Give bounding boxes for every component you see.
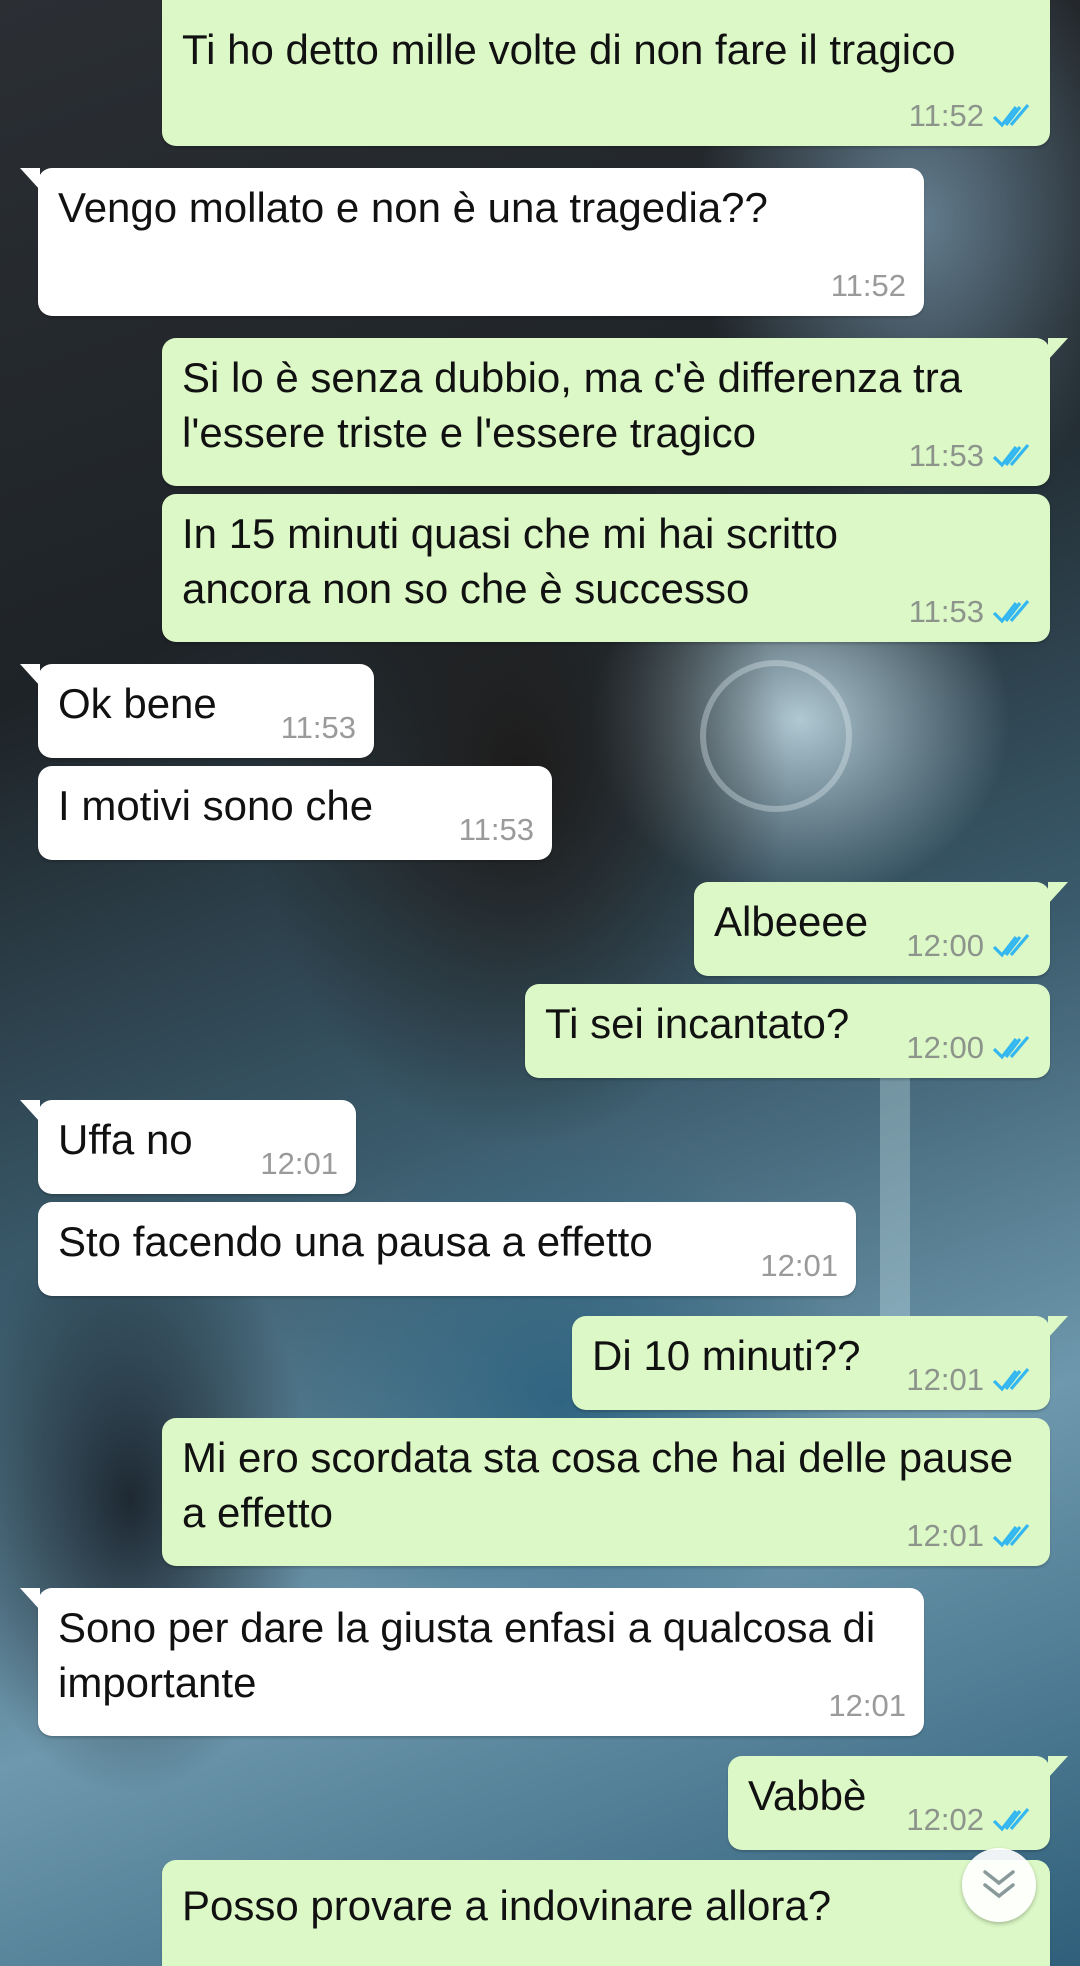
message-bubble-outgoing[interactable]: Si lo è senza dubbio, ma c'è differenza …	[162, 338, 1068, 486]
message-time: 12:00	[906, 1030, 984, 1065]
message-meta: 12:00	[906, 1030, 1032, 1066]
message-bubble-outgoing[interactable]: Ti ho detto mille volte di non fare il t…	[162, 0, 1050, 146]
chat-background: Ti ho detto mille volte di non fare il t…	[0, 0, 1080, 1966]
message-meta: 12:01	[906, 1362, 1032, 1398]
wallpaper-decoration	[700, 660, 852, 812]
message-bubble-incoming[interactable]: Sono per dare la giusta enfasi a qualcos…	[20, 1588, 924, 1736]
message-time: 11:52	[830, 268, 906, 303]
message-bubble-outgoing[interactable]: In 15 minuti quasi che mi hai scritto an…	[162, 494, 1050, 642]
message-bubble-outgoing[interactable]: Mi ero scordata sta cosa che hai delle p…	[162, 1418, 1050, 1566]
message-meta: 11:53	[909, 438, 1032, 474]
message-bubble-outgoing[interactable]: Ti sei incantato? 12:00	[525, 984, 1050, 1078]
message-meta: 12:01	[760, 1248, 838, 1284]
message-meta: 11:53	[459, 812, 534, 848]
message-bubble-outgoing[interactable]: Posso provare a indovinare allora?	[162, 1860, 1050, 1966]
message-text: Vengo mollato e non è una tragedia??	[58, 184, 768, 231]
message-time: 12:01	[906, 1518, 984, 1553]
double-check-icon	[992, 933, 1030, 958]
double-check-icon	[992, 443, 1030, 468]
message-text: Mi ero scordata sta cosa che hai delle p…	[182, 1434, 1025, 1536]
message-time: 11:53	[458, 812, 534, 847]
message-text: Si lo è senza dubbio, ma c'è differenza …	[182, 354, 974, 456]
chevron-down-icon	[983, 1870, 1015, 1899]
message-meta: 12:01	[828, 1688, 906, 1724]
message-bubble-incoming[interactable]: Ok bene 11:53	[20, 664, 374, 758]
double-check-icon	[992, 1523, 1030, 1548]
message-meta: 12:00	[906, 928, 1032, 964]
message-bubble-outgoing[interactable]: Albeeee 12:00	[694, 882, 1068, 976]
message-time: 11:53	[908, 438, 984, 473]
message-text: Sto facendo una pausa a effetto	[58, 1218, 653, 1265]
scroll-to-bottom-button[interactable]	[962, 1848, 1036, 1922]
wallpaper-decoration	[880, 1060, 910, 1360]
message-bubble-outgoing[interactable]: Vabbè 12:02	[728, 1756, 1068, 1850]
double-check-icon	[992, 1367, 1030, 1392]
double-check-icon	[992, 1035, 1030, 1060]
message-bubble-incoming[interactable]: Uffa no 12:01	[20, 1100, 356, 1194]
message-time: 12:01	[260, 1146, 338, 1181]
message-time: 12:01	[760, 1248, 838, 1283]
message-meta: 11:53	[281, 710, 356, 746]
message-text: Sono per dare la giusta enfasi a qualcos…	[58, 1604, 887, 1706]
message-time: 12:01	[828, 1688, 906, 1723]
message-meta: 11:52	[909, 98, 1032, 134]
double-check-icon	[992, 1807, 1030, 1832]
message-meta: 11:53	[909, 594, 1032, 630]
double-check-icon	[992, 103, 1030, 128]
message-time: 11:52	[908, 98, 984, 133]
message-meta: 11:52	[831, 268, 906, 304]
message-time: 12:00	[906, 928, 984, 963]
message-bubble-outgoing[interactable]: Di 10 minuti?? 12:01	[572, 1316, 1068, 1410]
message-bubble-incoming[interactable]: Sto facendo una pausa a effetto 12:01	[38, 1202, 856, 1296]
message-bubble-incoming[interactable]: I motivi sono che 11:53	[38, 766, 552, 860]
message-meta: 12:01	[260, 1146, 338, 1182]
message-text: In 15 minuti quasi che mi hai scritto an…	[182, 510, 850, 612]
message-time: 12:02	[906, 1802, 984, 1837]
message-time: 11:53	[908, 594, 984, 629]
message-text: Ti ho detto mille volte di non fare il t…	[182, 26, 956, 73]
message-time: 12:01	[906, 1362, 984, 1397]
double-check-icon	[992, 599, 1030, 624]
message-text: Posso provare a indovinare allora?	[182, 1882, 832, 1929]
message-bubble-incoming[interactable]: Vengo mollato e non è una tragedia?? 11:…	[20, 168, 924, 316]
message-time: 11:53	[280, 710, 356, 745]
message-meta: 12:02	[906, 1802, 1032, 1838]
message-meta: 12:01	[906, 1518, 1032, 1554]
